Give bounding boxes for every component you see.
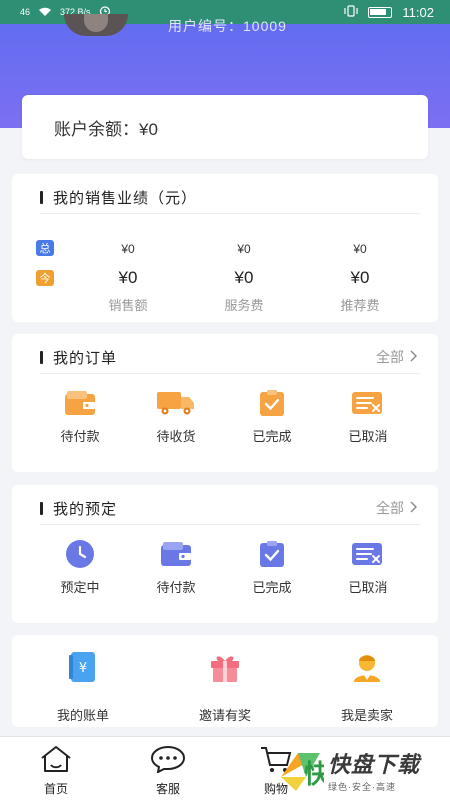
watermark: 快 快盘下载 绿色·安全·高速: [278, 744, 446, 796]
become-seller-button[interactable]: 我是卖家: [307, 647, 427, 724]
wifi-icon: [38, 6, 52, 19]
orders-all-link[interactable]: 全部: [376, 347, 418, 367]
cancel-doc-icon: [348, 537, 388, 571]
service-fee-total: ¥0: [237, 242, 251, 256]
vibrate-icon: [344, 4, 359, 20]
reserve-in-progress[interactable]: 预定中: [32, 537, 128, 596]
signal-indicator: 46: [20, 7, 31, 17]
avatar[interactable]: [64, 14, 128, 36]
check-doc-icon: [252, 386, 292, 420]
chevron-right-icon: [410, 500, 418, 517]
reservations-all-link[interactable]: 全部: [376, 498, 418, 518]
reservations-title: 我的预定: [40, 498, 117, 519]
orders-card: 我的订单 全部 待付款 待收货 已完成 已取消: [12, 334, 438, 472]
bill-icon: ¥: [63, 647, 103, 687]
reserve-cancelled[interactable]: 已取消: [320, 537, 416, 596]
order-completed[interactable]: 已完成: [224, 386, 320, 445]
reservations-card: 我的预定 全部 预定中 待付款 已完成 已取消: [12, 485, 438, 623]
reserve-pending-payment[interactable]: 待付款: [128, 537, 224, 596]
nav-home[interactable]: 首页: [26, 745, 86, 797]
check-doc-icon: [252, 537, 292, 571]
tools-card: ¥ 我的账单 邀请有奖 我是卖家: [12, 635, 438, 727]
user-id: 用户编号：10009: [168, 18, 287, 34]
nav-service[interactable]: 客服: [138, 745, 198, 797]
referral-fee-total: ¥0: [353, 242, 367, 256]
gift-icon: [205, 647, 245, 687]
title-bar: [40, 351, 43, 364]
service-fee-today: ¥0: [234, 268, 254, 287]
svg-text:快: 快: [304, 760, 324, 790]
clock-icon: [60, 537, 100, 571]
clock-time: 11:02: [402, 4, 434, 20]
order-cancelled[interactable]: 已取消: [320, 386, 416, 445]
service-fee-label: 服务费: [224, 298, 264, 313]
wallet-icon: [60, 386, 100, 420]
sales-title: 我的销售业绩（元）: [40, 187, 197, 208]
sales-amount-today: ¥0: [118, 268, 138, 287]
divider: [40, 213, 420, 214]
watermark-title: 快盘下载: [328, 752, 421, 777]
sales-amount-label: 销售额: [108, 298, 148, 313]
cancel-doc-icon: [348, 386, 388, 420]
my-bill-button[interactable]: ¥ 我的账单: [23, 647, 143, 724]
today-badge: 今: [36, 270, 54, 286]
chat-icon: [150, 745, 186, 778]
divider: [40, 524, 420, 525]
wallet-icon: [156, 537, 196, 571]
referral-fee-label: 推荐费: [340, 298, 380, 313]
order-pending-payment[interactable]: 待付款: [32, 386, 128, 445]
chevron-right-icon: [410, 349, 418, 366]
reserve-completed[interactable]: 已完成: [224, 537, 320, 596]
sales-card: 我的销售业绩（元） 总 今 ¥0 ¥0 销售额 ¥0 ¥0 服务费 ¥0 ¥0 …: [12, 174, 438, 322]
battery-icon: [368, 6, 393, 18]
svg-text:¥: ¥: [79, 661, 87, 676]
truck-icon: [156, 386, 196, 420]
order-pending-receipt[interactable]: 待收货: [128, 386, 224, 445]
watermark-logo-icon: 快: [278, 747, 331, 793]
title-bar: [40, 191, 43, 204]
home-icon: [39, 745, 73, 778]
sales-amount-total: ¥0: [121, 242, 135, 256]
title-bar: [40, 502, 43, 515]
balance-card[interactable]: 账户余额：¥0: [22, 95, 428, 159]
divider: [40, 373, 420, 374]
balance-label: 账户余额：¥0: [54, 119, 158, 139]
orders-title: 我的订单: [40, 347, 117, 368]
invite-reward-button[interactable]: 邀请有奖: [165, 647, 285, 724]
referral-fee-today: ¥0: [350, 268, 370, 287]
seller-icon: [347, 647, 387, 687]
total-badge: 总: [36, 240, 54, 256]
watermark-slogan: 绿色·安全·高速: [328, 782, 396, 792]
